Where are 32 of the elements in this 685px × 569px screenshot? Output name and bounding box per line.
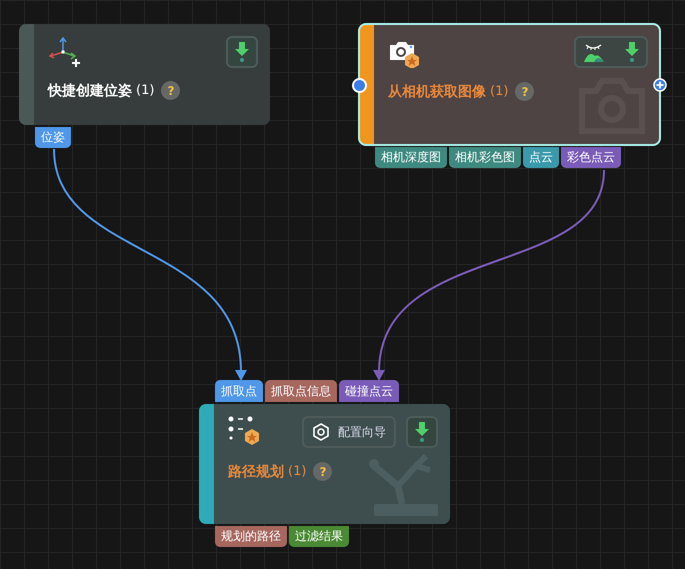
wizard-button[interactable]: 配置向导: [302, 416, 396, 448]
help-button[interactable]: ?: [161, 81, 180, 100]
node-card[interactable]: 从相机获取图像 (1) ?: [359, 24, 660, 145]
node-title: 路径规划: [228, 462, 284, 480]
node-count: (1): [490, 84, 508, 99]
node-count: (1): [288, 464, 306, 479]
input-port[interactable]: 抓取点信息: [265, 380, 337, 402]
download-icon: [415, 422, 429, 442]
help-button[interactable]: ?: [313, 462, 332, 481]
output-port[interactable]: 规划的路径: [215, 526, 287, 547]
settings-icon: [312, 423, 330, 441]
add-port-icon[interactable]: [653, 78, 667, 92]
node-title: 从相机获取图像: [388, 82, 486, 100]
output-port[interactable]: 彩色点云: [561, 147, 621, 168]
node-title: 快捷创建位姿: [48, 82, 132, 100]
help-button[interactable]: ?: [515, 82, 534, 101]
node-card[interactable]: 配置向导 路径规划 (1) ?: [199, 404, 450, 524]
download-button[interactable]: [226, 36, 258, 68]
output-port[interactable]: 位姿: [35, 127, 71, 148]
output-port[interactable]: 点云: [523, 147, 559, 168]
output-port[interactable]: 过滤结果: [289, 526, 349, 547]
preview-icon[interactable]: [583, 42, 607, 62]
output-port[interactable]: 相机深度图: [375, 147, 447, 168]
input-port-dot[interactable]: [352, 78, 367, 93]
node-card[interactable]: 快捷创建位姿 (1) ?: [19, 24, 270, 125]
download-button[interactable]: [406, 416, 438, 448]
download-icon: [235, 42, 249, 62]
axes-icon: [48, 36, 82, 68]
node-count: (1): [136, 83, 154, 98]
output-port[interactable]: 相机彩色图: [449, 147, 521, 168]
download-icon[interactable]: [625, 42, 639, 62]
path-points-icon: [228, 416, 262, 448]
